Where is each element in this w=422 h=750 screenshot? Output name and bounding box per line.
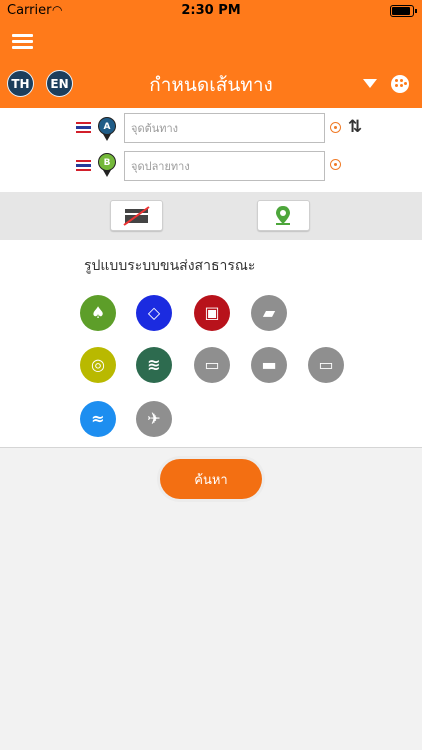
page-title: กำหนดเส้นทาง: [149, 74, 273, 96]
battery-icon: [390, 5, 417, 17]
locate-origin-icon[interactable]: [330, 122, 341, 133]
origin-pin-icon: A: [98, 117, 116, 135]
dropdown-icon[interactable]: [363, 79, 377, 88]
destination-pin-icon: B: [98, 153, 116, 171]
transport-title: รูปแบบระบบขนส่งสาธารณะ: [84, 258, 256, 274]
search-button[interactable]: ค้นหา: [160, 459, 262, 499]
destination-input[interactable]: [124, 151, 325, 181]
destination-pin-tail: [103, 170, 111, 177]
rail-link-icon[interactable]: ◇: [136, 295, 172, 331]
steam-train-icon[interactable]: ▰: [251, 295, 287, 331]
app-header: Carrier ◠ 2:30 PM TH EN กำหนดเส้นทาง: [0, 0, 422, 108]
origin-input[interactable]: [124, 113, 325, 143]
status-time: 2:30 PM: [181, 3, 241, 18]
card-off-icon: [123, 206, 150, 226]
bus-icon[interactable]: ▭: [194, 347, 230, 383]
swap-icon[interactable]: ⇅: [348, 118, 368, 138]
boat-icon[interactable]: ≈: [80, 401, 116, 437]
circle-line-icon[interactable]: ◎: [80, 347, 116, 383]
status-bar: Carrier ◠ 2:30 PM: [0, 0, 422, 22]
plane-icon[interactable]: ✈: [136, 401, 172, 437]
coach-icon[interactable]: ▬: [251, 347, 287, 383]
thai-flag-icon: [76, 160, 91, 171]
menu-icon[interactable]: [12, 34, 33, 50]
locate-destination-icon[interactable]: [330, 159, 341, 170]
map-pin-icon: [276, 206, 290, 225]
mode-strip: [0, 192, 422, 240]
origin-pin-tail: [103, 134, 111, 141]
no-card-mode-button[interactable]: [110, 200, 163, 231]
thai-flag-icon: [76, 122, 91, 133]
van-icon[interactable]: ▭: [308, 347, 344, 383]
globe-icon[interactable]: [391, 75, 409, 93]
tree-icon[interactable]: ♠: [80, 295, 116, 331]
transport-panel: รูปแบบระบบขนส่งสาธารณะ ♠ ◇ ▣ ▰ ◎ ≋ ▭ ▬ ▭…: [0, 240, 422, 448]
map-mode-button[interactable]: [257, 200, 310, 231]
highway-icon[interactable]: ≋: [136, 347, 172, 383]
airport-train-icon[interactable]: ▣: [194, 295, 230, 331]
